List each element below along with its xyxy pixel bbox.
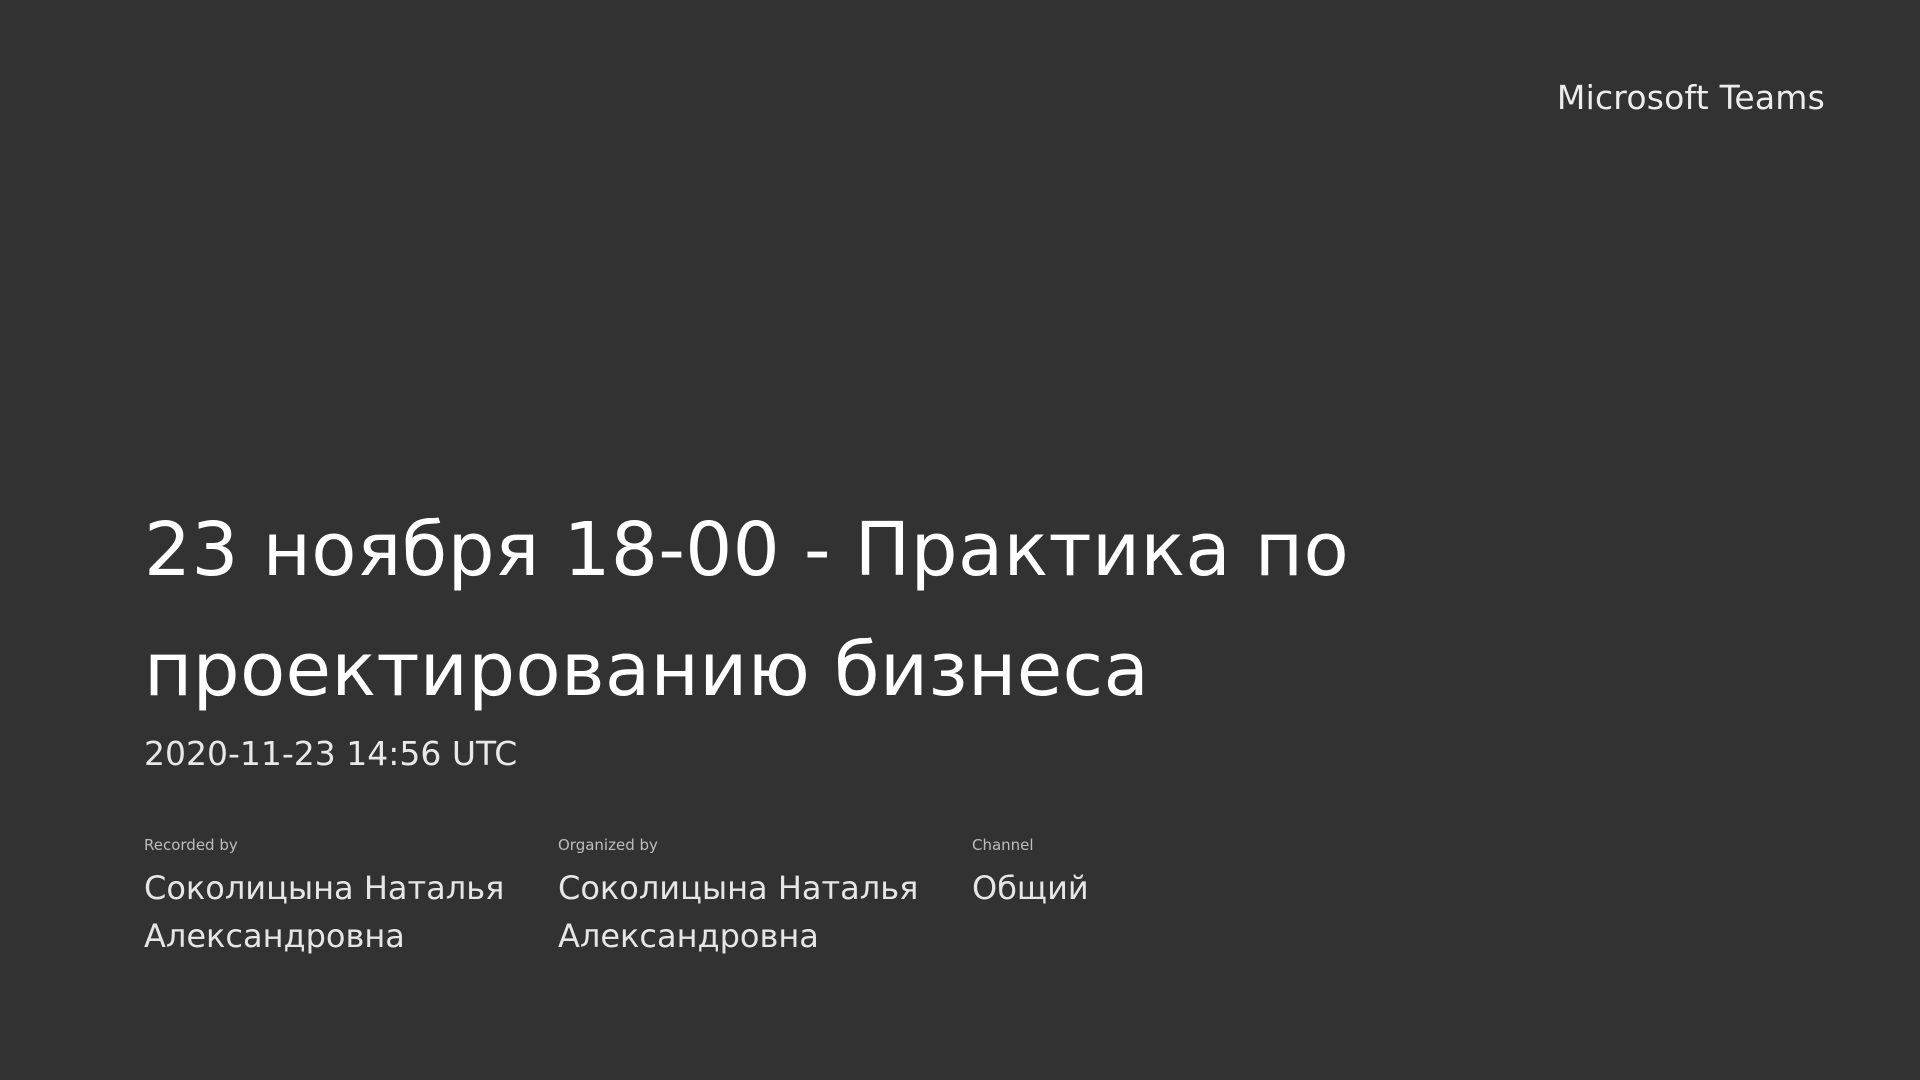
recorded-by-label: Recorded by <box>144 836 238 854</box>
organized-by-value: Соколицына Наталья Александровна <box>558 869 919 955</box>
recording-header: 23 ноября 18-00 - Практика по проектиров… <box>144 490 1544 774</box>
channel-section: Channel Общий <box>972 836 1272 960</box>
recorded-by-value: Соколицына Наталья Александровна <box>144 869 505 955</box>
recording-title: 23 ноября 18-00 - Практика по проектиров… <box>144 507 1350 713</box>
channel-value: Общий <box>972 869 1089 907</box>
recording-metadata: Recorded by Соколицына Наталья Александр… <box>144 836 1272 960</box>
recording-timestamp: 2020-11-23 14:56 UTC <box>144 734 518 773</box>
channel-label: Channel <box>972 836 1034 854</box>
organized-by-label: Organized by <box>558 836 658 854</box>
organized-by-section: Organized by Соколицына Наталья Александ… <box>558 836 972 960</box>
app-brand-label: Microsoft Teams <box>1556 78 1825 117</box>
recorded-by-section: Recorded by Соколицына Наталья Александр… <box>144 836 558 960</box>
